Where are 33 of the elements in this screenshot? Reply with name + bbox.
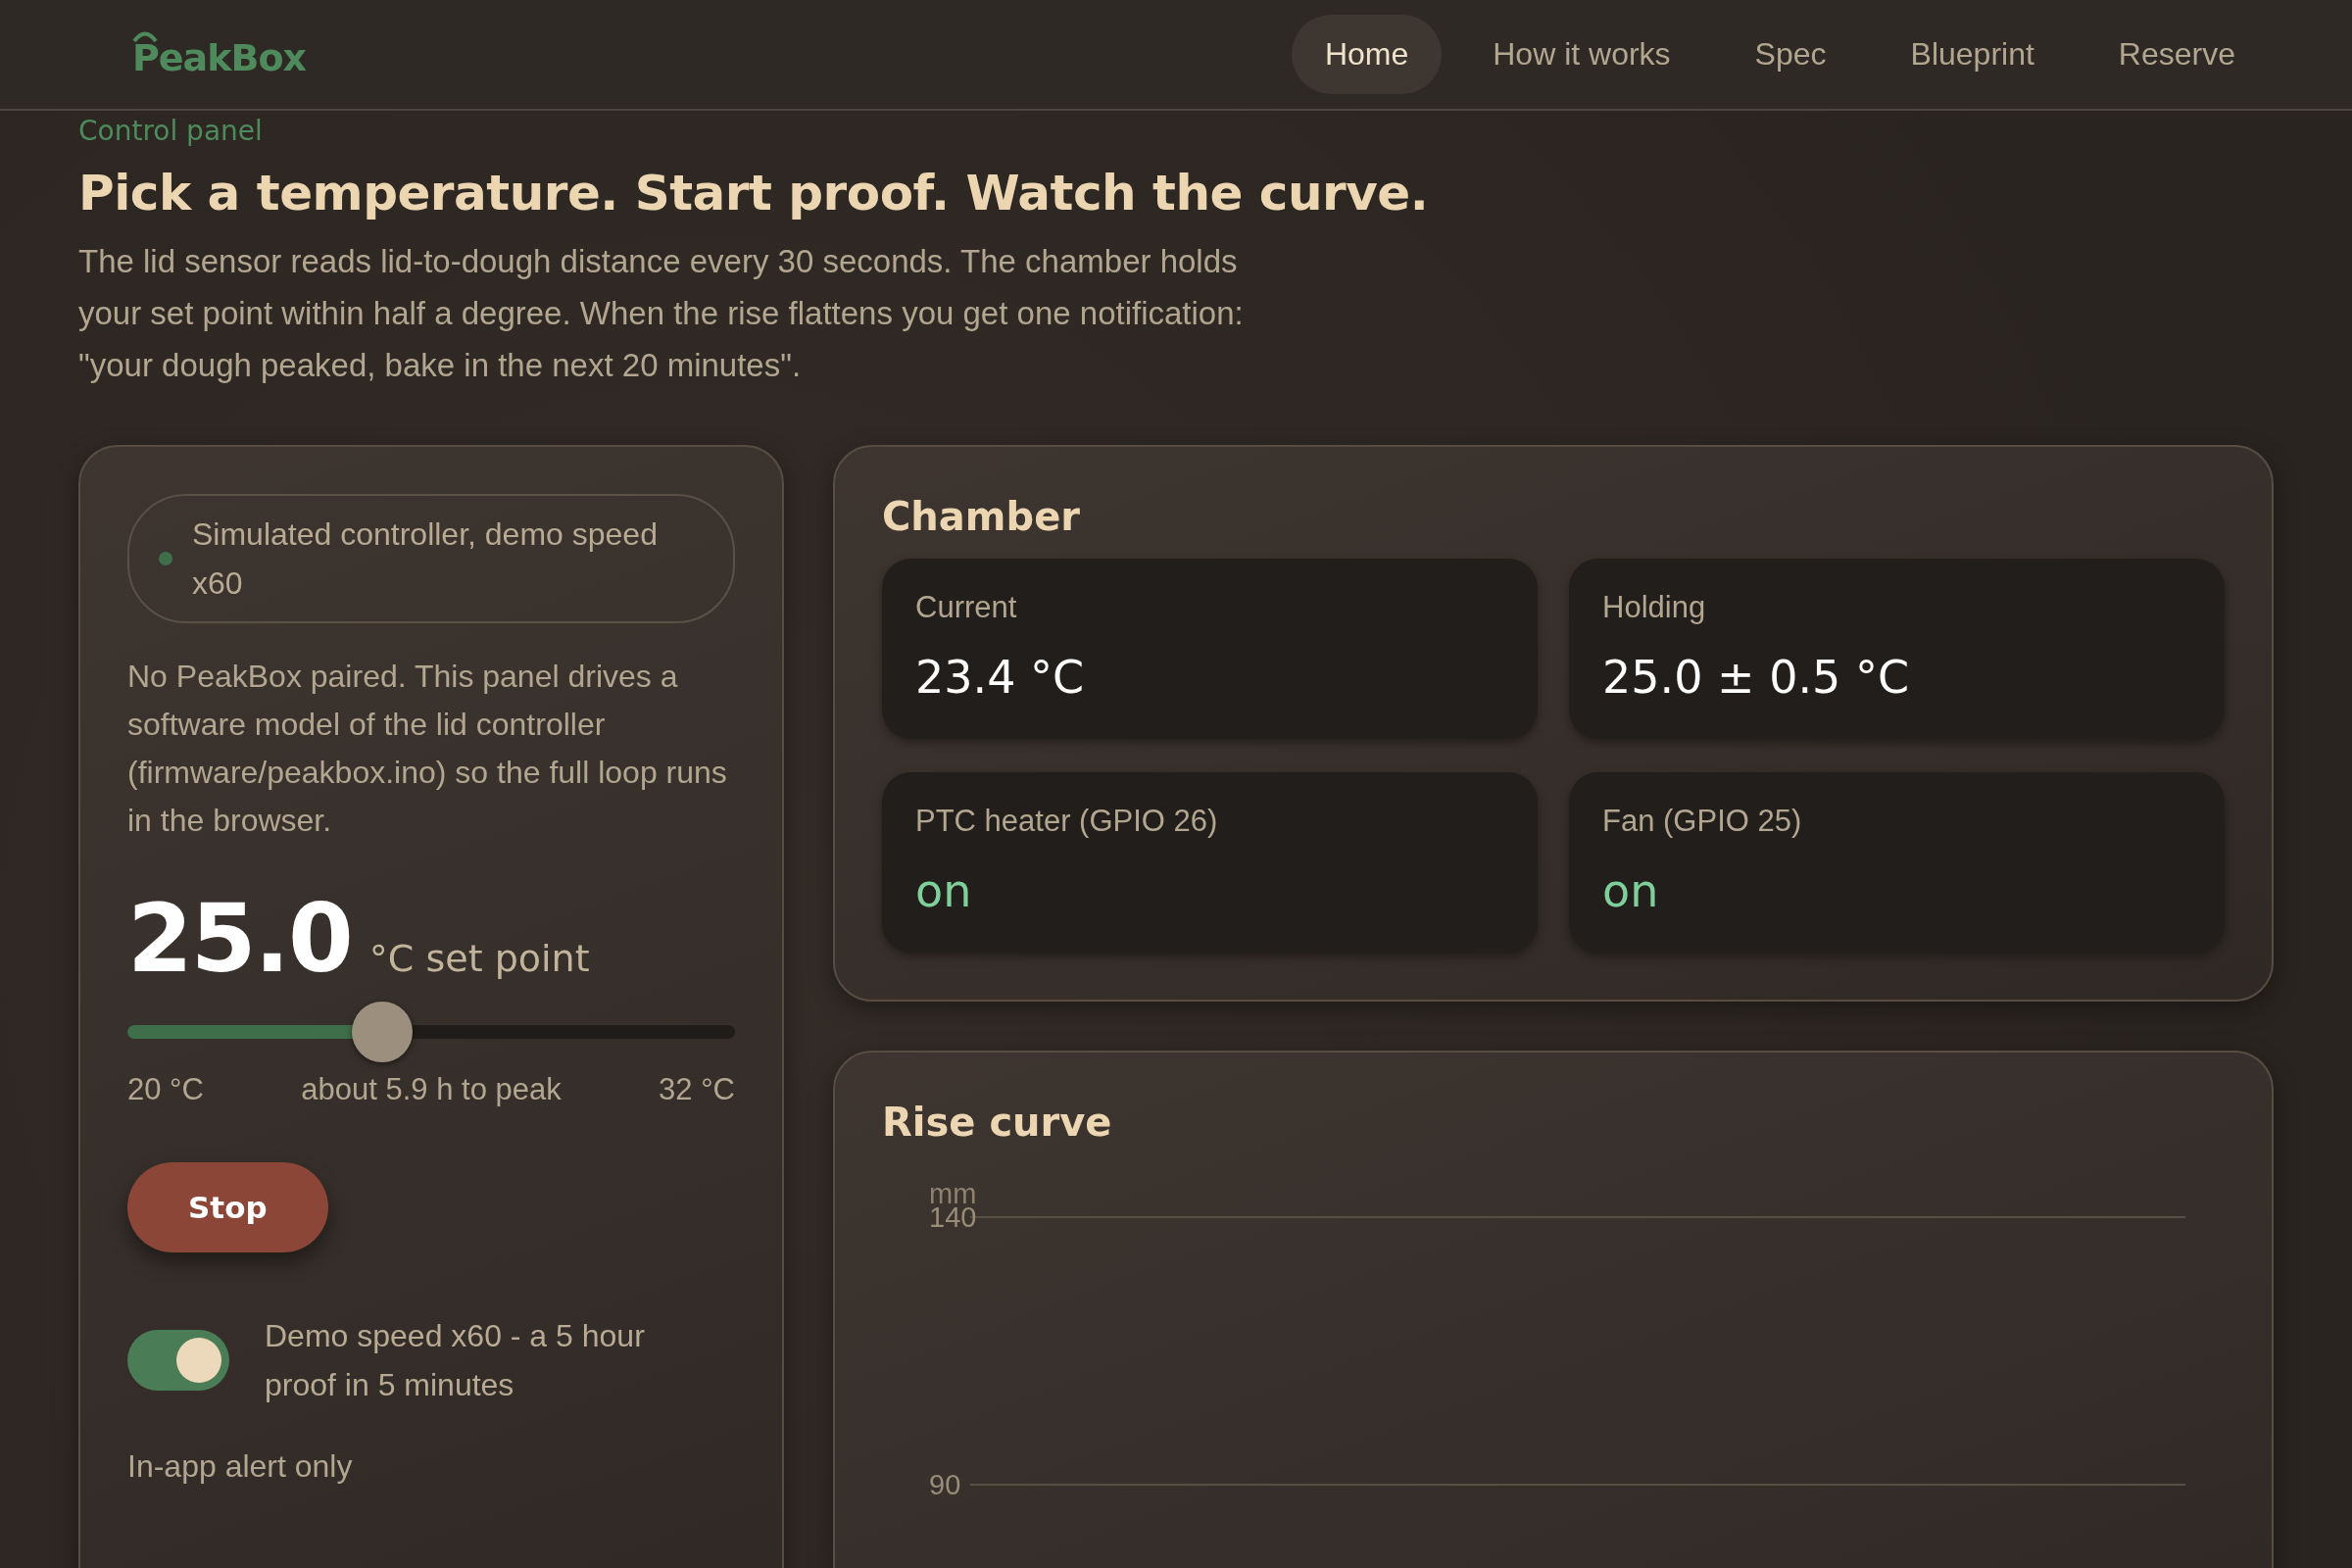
dome-icon: [132, 29, 158, 42]
eyebrow: Control panel: [78, 115, 264, 147]
toggle-label: Demo speed x60 - a 5 hour proof in 5 minutes: [265, 1317, 646, 1404]
min-label: 20 °C: [127, 1072, 204, 1107]
panel-title: Rise curve: [882, 1100, 1113, 1145]
status-dot-icon: [159, 552, 172, 565]
note-text: No PeakBox paired. This panel drives a software model of the lid controller (firmware/peakbox.ino) so the full loop runs in the browser.: [127, 658, 728, 840]
tile-label: PTC heater (GPIO 26): [915, 804, 1219, 839]
tile-label: Fan (GPIO 25): [1602, 804, 1803, 839]
nav-link[interactable]: How it works: [1459, 15, 1704, 94]
stop-button[interactable]: Stop: [127, 1162, 328, 1252]
tick-label: 90: [929, 1469, 961, 1500]
nav-link[interactable]: Spec: [1721, 15, 1860, 94]
panel-title: Chamber: [882, 494, 1081, 539]
tile-label: Current: [915, 590, 1018, 625]
tile-label: Holding: [1602, 590, 1707, 625]
max-label: 32 °C: [659, 1072, 735, 1107]
nav-link[interactable]: Home: [1291, 15, 1443, 94]
intro-text: The lid sensor reads lid-to-dough distance every 30 seconds. The chamber holds your set point within half a degree. When the rise flattens you get one notification: "your dough peaked, bake in the next 20 minutes".: [78, 242, 1245, 385]
tile-value: 25.0 ± 0.5 °C: [1602, 651, 1911, 704]
status-text: Simulated controller, demo speed x60: [192, 515, 659, 603]
nav-link[interactable]: Blueprint: [1877, 15, 2068, 94]
peak-estimate: about 5.9 h to peak: [301, 1072, 562, 1107]
setpoint-unit: °C set point: [368, 937, 590, 980]
nav-link[interactable]: Reserve: [2084, 15, 2269, 94]
setpoint-value: 25.0: [127, 884, 352, 994]
page-title: Pick a temperature. Start proof. Watch the curve.: [78, 165, 1430, 221]
tile-value: 23.4 °C: [915, 651, 1086, 704]
alert-text: In-app alert only: [127, 1448, 354, 1485]
slider-track[interactable]: [127, 1025, 735, 1039]
tile-value: on: [915, 864, 973, 917]
tile-value: on: [1602, 864, 1660, 917]
slider-thumb[interactable]: [352, 1002, 414, 1062]
